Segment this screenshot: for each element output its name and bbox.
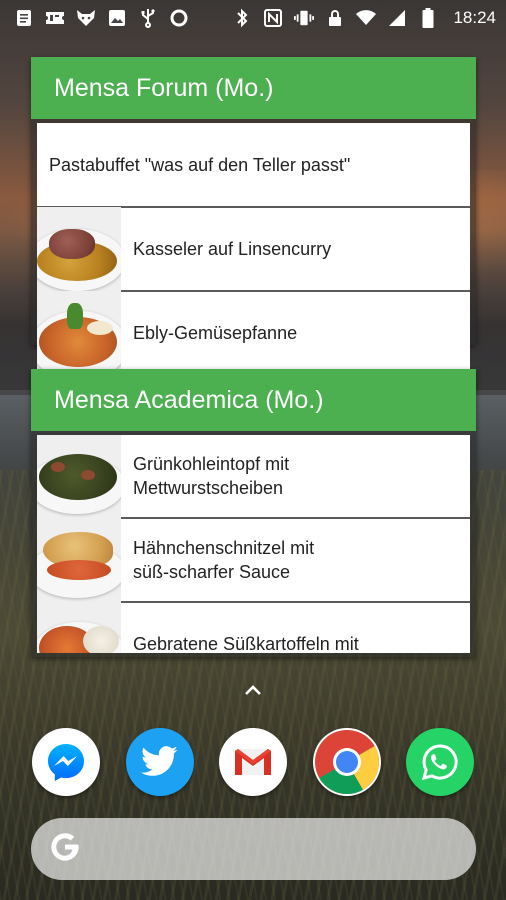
menu-item-label-line1: Grünkohleintopf mit [133,454,290,474]
dock [0,728,506,802]
menu-item[interactable]: Pastabuffet "was auf den Teller passt" [37,123,470,208]
mensa-forum-widget[interactable]: Mensa Forum (Mo.) Pastabuffet "was auf d… [31,57,476,376]
menu-list[interactable]: Pastabuffet "was auf den Teller passt" K… [37,123,470,399]
schnitzel-photo [37,518,121,602]
menu-item-label-line2: Mettwurstscheiben [133,478,284,498]
twitter-icon[interactable] [126,728,194,796]
circle-icon [169,8,189,28]
menu-item[interactable]: Gebratene Süßkartoffeln mit [37,602,470,653]
menu-list[interactable]: Grünkohleintopf mit Mettwurstscheiben Hä… [37,435,470,653]
menu-item[interactable]: Ebly-Gemüsepfanne [37,291,470,376]
chevron-up-icon[interactable] [243,680,263,700]
notes-icon [14,8,34,28]
nfc-icon [263,8,283,28]
gmail-icon[interactable] [219,728,287,796]
fox-icon [76,8,96,28]
google-search-bar[interactable] [31,818,476,880]
google-g-icon [47,829,83,870]
bluetooth-icon [232,8,252,28]
whatsapp-icon[interactable] [406,728,474,796]
vibrate-icon [294,8,315,28]
battery-icon [418,8,438,28]
usb-icon [138,8,158,28]
chrome-icon[interactable] [313,728,381,796]
menu-item-label: Grünkohleintopf mit Mettwurstscheiben [121,452,289,500]
menu-item-label: Gebratene Süßkartoffeln mit [133,634,359,653]
menu-item-label-line1: Hähnchenschnitzel mit [133,538,315,558]
cell-signal-icon [387,8,407,28]
mensa-academica-widget[interactable]: Mensa Academica (Mo.) Grünkohleintopf mi… [31,369,476,657]
ebly-photo [37,291,121,375]
menu-item-label-line2: süß-scharfer Sauce [133,562,291,582]
clock: 18:24 [453,8,496,27]
widget-title[interactable]: Mensa Academica (Mo.) [31,369,476,431]
menu-item[interactable]: Grünkohleintopf mit Mettwurstscheiben [37,435,470,519]
image-icon [107,8,127,28]
menu-item-label: Ebly-Gemüsepfanne [133,323,298,343]
menu-item-label: Kasseler auf Linsencurry [133,239,332,259]
menu-item-label: Pastabuffet "was auf den Teller passt" [49,154,351,175]
kasseler-photo [37,207,121,291]
messenger-icon[interactable] [32,728,100,796]
ticket-icon [45,8,65,28]
wifi-icon [356,8,377,28]
menu-item[interactable]: Hähnchenschnitzel mit süß-scharfer Sauce [37,518,470,603]
menu-item[interactable]: Kasseler auf Linsencurry [37,207,470,292]
suesskartoffel-photo [37,602,121,653]
widget-title[interactable]: Mensa Forum (Mo.) [31,57,476,119]
gruenkohl-photo [37,435,121,518]
menu-item-label: Hähnchenschnitzel mit süß-scharfer Sauce [121,536,314,584]
lock-icon [325,8,345,28]
status-bar: 18:24 [0,0,506,36]
